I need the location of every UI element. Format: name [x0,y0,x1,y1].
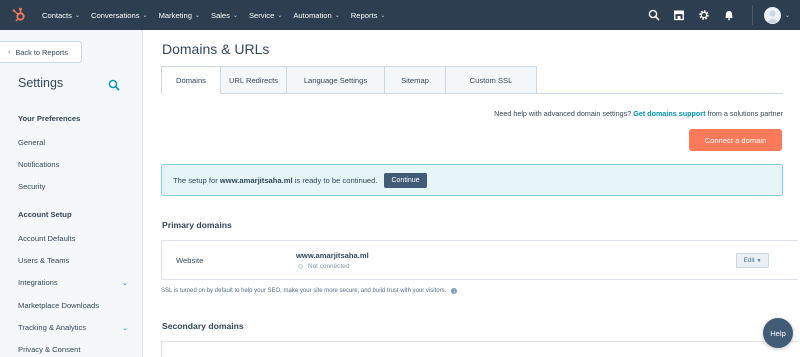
tabs: Domains URL Redirects Language Settings … [161,66,537,94]
tab-custom-ssl[interactable]: Custom SSL [446,66,537,94]
help-text-suffix: from a solutions partner [707,109,783,118]
nav-automation-label: Automation [293,10,332,20]
main-menu: Contacts ⌄ Conversations ⌄ Marketing ⌄ Sale… [42,0,396,30]
sidebar-item-label: Account Defaults [18,234,76,243]
page-title: Domains & URLs [162,41,270,57]
settings-gear-icon[interactable] [697,8,711,22]
domain-status: Not connected [298,263,349,270]
tab-domains[interactable]: Domains [161,66,221,94]
sidebar-item-label: Notifications [18,160,60,169]
sidebar-heading-your-preferences: Your Preferences [18,114,81,123]
sidebar-item-label: General [18,138,46,147]
help-text-prefix: Need help with advanced domain settings? [494,109,632,118]
sidebar-item-label: Privacy & Consent [18,345,81,354]
continue-button[interactable]: Continue [384,172,427,188]
domain-status-text: Not connected [308,263,350,270]
edit-button-label: Edit [743,257,755,264]
sidebar-item-notifications[interactable]: Notifications [18,160,128,169]
nav-sales-label: Sales [210,10,230,20]
get-domains-support-link[interactable]: Get domains support [633,109,705,118]
chevron-down-icon: ⌄ [194,12,200,19]
tab-url-redirects[interactable]: URL Redirects [221,66,287,94]
chevron-down-icon: ⌄ [142,12,148,19]
sidebar-item-label: Integrations [18,278,58,287]
caret-down-icon: ▼ [756,257,762,264]
sidebar-item-account-defaults[interactable]: Account Defaults [18,234,128,243]
nav-sales[interactable]: Sales ⌄ [211,11,238,20]
top-navigation-bar: Contacts ⌄ Conversations ⌄ Marketing ⌄ Sale… [0,0,800,30]
setup-alert: The setup for www.amarjitsaha.ml is read… [161,164,783,196]
nav-automation[interactable]: Automation ⌄ [293,11,339,20]
sidebar-item-label: Marketplace Downloads [18,301,100,310]
nav-divider [751,5,753,25]
nav-contacts[interactable]: Contacts ⌄ [42,11,80,20]
chevron-left-icon: ‹ [8,48,11,56]
back-to-reports-button[interactable]: ‹ Back to Reports [0,41,82,63]
ssl-note-text: SSL is turned on by default to help your… [161,288,447,294]
ssl-note: SSL is turned on by default to help your… [161,288,458,294]
nav-reports-label: Reports [350,10,378,20]
sidebar-title: Settings [18,76,64,90]
nav-conversations[interactable]: Conversations ⌄ [91,11,148,20]
status-dot-icon [298,264,303,269]
settings-sidebar: ‹ Back to Reports Settings Your Preferenc… [0,30,143,357]
tab-language-settings[interactable]: Language Settings [287,66,385,94]
nav-service[interactable]: Service ⌄ [249,11,282,20]
chevron-down-icon[interactable]: ⌄ [122,279,128,287]
sidebar-item-privacy-consent[interactable]: Privacy & Consent [18,345,128,354]
main-content: Domains & URLs Domains URL Redirects Lan… [143,30,800,357]
top-nav-icons: ⌄ [636,0,800,30]
alert-prefix: The setup for [173,175,218,185]
marketplace-icon[interactable] [672,8,686,22]
chevron-down-icon: ⌄ [334,12,340,19]
sidebar-item-general[interactable]: General [18,138,128,147]
nav-marketing-label: Marketing [158,10,192,20]
chevron-down-icon[interactable]: ⌄ [785,12,790,19]
edit-dropdown-button[interactable]: Edit ▼ [736,253,769,268]
chevron-down-icon[interactable]: ⌄ [122,324,128,332]
user-avatar[interactable] [763,6,781,24]
nav-reports[interactable]: Reports ⌄ [351,11,386,20]
sidebar-item-label: Tracking & Analytics [18,323,87,332]
secondary-domains-card [161,341,798,357]
search-icon[interactable] [647,8,661,22]
domain-name: www.amarjitsaha.ml [296,251,369,260]
domain-type-label: Website [176,256,204,265]
nav-conversations-label: Conversations [91,10,140,20]
alert-suffix: is ready to be continued. [294,175,378,185]
info-icon[interactable]: i [451,288,458,294]
sidebar-item-security[interactable]: Security [18,182,128,191]
tab-sitemap[interactable]: Sitemap [385,66,446,94]
sidebar-item-label: Security [18,182,46,191]
connect-domain-button[interactable]: Connect a domain [689,129,782,151]
alert-domain: www.amarjitsaha.ml [219,175,293,185]
nav-marketing[interactable]: Marketing ⌄ [159,11,200,20]
secondary-domains-title: Secondary domains [162,321,244,331]
notifications-bell-icon[interactable] [722,8,736,22]
sidebar-item-tracking-analytics[interactable]: Tracking & Analytics ⌄ [18,323,128,332]
chevron-down-icon: ⌄ [380,12,386,19]
help-button[interactable]: Help [763,318,793,348]
nav-service-label: Service [248,10,275,20]
sidebar-item-users-teams[interactable]: Users & Teams [18,256,128,265]
sidebar-item-label: Users & Teams [18,256,70,265]
chevron-down-icon: ⌄ [232,12,238,19]
tab-divider [221,93,783,94]
chevron-down-icon: ⌄ [277,12,283,19]
sidebar-item-integrations[interactable]: Integrations ⌄ [18,278,128,287]
hubspot-sprocket-icon[interactable] [11,7,27,23]
nav-contacts-label: Contacts [42,10,72,20]
primary-domains-title: Primary domains [162,220,232,230]
sidebar-item-marketplace-downloads[interactable]: Marketplace Downloads [18,301,128,310]
primary-domain-row: Website www.amarjitsaha.ml Not connected… [161,240,798,280]
back-button-label: Back to Reports [15,47,68,57]
chevron-down-icon: ⌄ [74,12,80,19]
sidebar-heading-account-setup: Account Setup [18,210,72,219]
domain-help-text: Need help with advanced domain settings?… [494,109,783,118]
search-icon[interactable] [108,78,120,91]
